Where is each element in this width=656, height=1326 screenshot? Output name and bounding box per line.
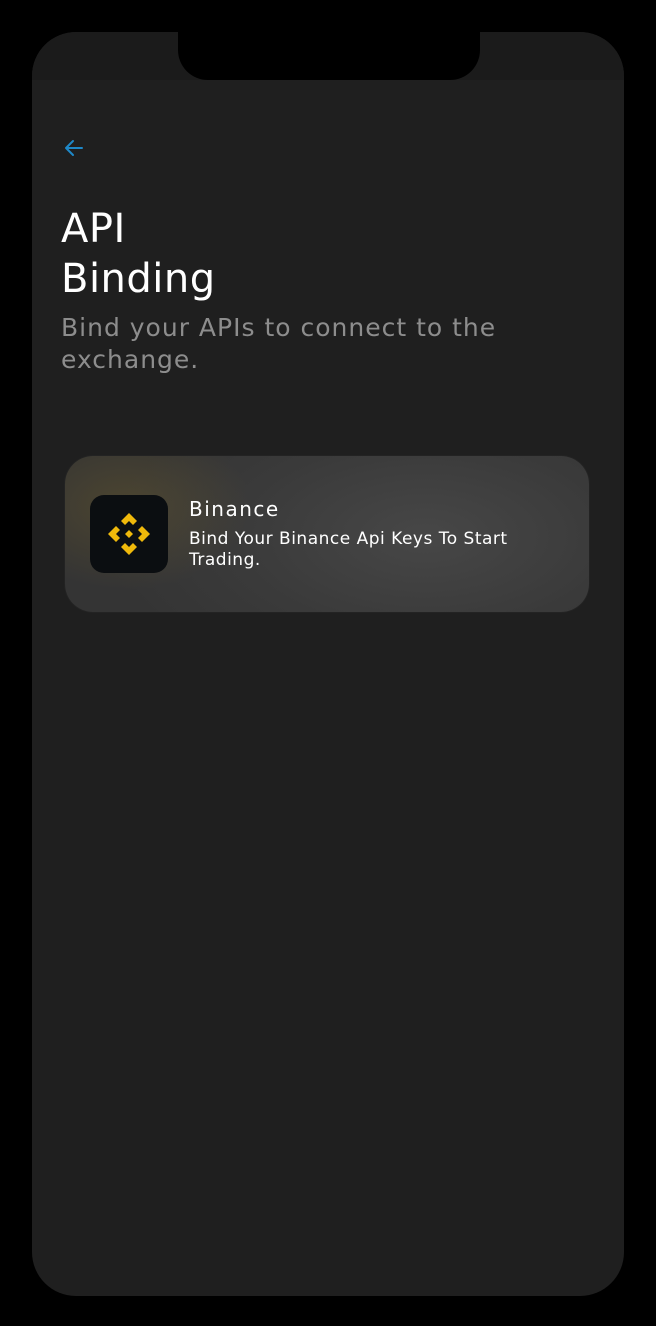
- arrow-left-icon: [65, 140, 83, 156]
- exchange-name: Binance: [189, 497, 280, 521]
- back-button[interactable]: [60, 134, 88, 162]
- page-title-text: API Binding: [61, 206, 216, 302]
- phone-screen: API Binding Bind your APIs to connect to…: [32, 32, 624, 1296]
- exchange-description: Bind Your Binance Api Keys To Start Trad…: [189, 529, 508, 570]
- device-notch: [178, 32, 480, 80]
- page-subtitle: Bind your APIs to connect to the exchang…: [61, 313, 497, 374]
- page-title: API Binding: [61, 204, 216, 304]
- binance-logo-graphic: [108, 513, 150, 555]
- binance-logo-icon: [90, 495, 168, 573]
- exchange-card-binance[interactable]: Binance Bind Your Binance Api Keys To St…: [65, 456, 589, 612]
